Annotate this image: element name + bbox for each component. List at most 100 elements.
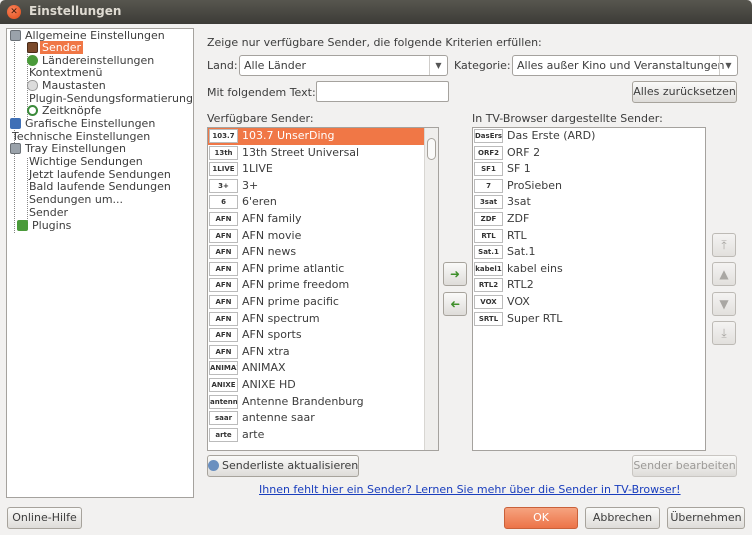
ok-button[interactable]: OK: [504, 507, 578, 529]
channel-row[interactable]: 7 ProSieben: [473, 178, 705, 195]
channel-row[interactable]: 103.7 103.7 UnserDing: [208, 128, 424, 145]
settings-page-icon: [10, 30, 21, 41]
channel-row[interactable]: RTL RTL: [473, 228, 705, 245]
move-up-button[interactable]: ▲: [712, 262, 736, 286]
channel-row[interactable]: AFN AFN prime freedom: [208, 277, 424, 294]
channel-logo-icon: AFN: [209, 278, 238, 293]
move-to-top-button[interactable]: ⤒: [712, 233, 736, 257]
channel-row[interactable]: ORF2 ORF 2: [473, 145, 705, 162]
channel-logo-icon: AFN: [209, 212, 238, 226]
window-title: Einstellungen: [29, 4, 122, 18]
scrollbar-thumb[interactable]: [427, 138, 436, 160]
tree-item-kontextmenue[interactable]: Kontextmenü: [27, 66, 105, 79]
land-select[interactable]: Alle Länder ▼: [239, 55, 448, 76]
channel-name: RTL: [507, 228, 527, 242]
list-scrollbar[interactable]: [424, 128, 438, 450]
channel-row[interactable]: Sat.1 Sat.1: [473, 244, 705, 261]
channel-row[interactable]: SF1 SF 1: [473, 161, 705, 178]
channel-logo-icon: 1LIVE: [209, 162, 238, 177]
channel-row[interactable]: RTL2 RTL2: [473, 277, 705, 294]
double-up-arrow-icon: ⤒: [721, 238, 727, 252]
remove-channel-button[interactable]: ➜: [443, 292, 467, 316]
tree-item-tray-sender[interactable]: Sender: [27, 206, 70, 219]
channel-name: SF 1: [507, 162, 531, 176]
tree-item-sendungen-um[interactable]: Sendungen um...: [27, 193, 125, 206]
channel-row[interactable]: 3sat 3sat: [473, 194, 705, 211]
mouse-icon: [27, 80, 38, 91]
channel-row[interactable]: DasErste Das Erste (ARD): [473, 128, 705, 145]
move-down-button[interactable]: ▼: [712, 292, 736, 316]
channel-row[interactable]: saar antenne saar: [208, 410, 424, 427]
channel-row[interactable]: AFN AFN movie: [208, 228, 424, 245]
channel-name: 103.7 UnserDing: [242, 129, 335, 142]
close-icon[interactable]: ✕: [7, 5, 21, 19]
channel-logo-icon: 7: [474, 178, 503, 193]
channel-name: AFN prime freedom: [242, 278, 350, 292]
channel-name: AFN movie: [242, 228, 302, 242]
channel-name: Das Erste (ARD): [507, 129, 596, 142]
kategorie-label: Kategorie:: [454, 59, 511, 72]
tree-item-maustasten[interactable]: Maustasten: [27, 79, 108, 92]
tree-item-wichtige-sendungen[interactable]: Wichtige Sendungen: [27, 155, 145, 168]
apply-button[interactable]: Übernehmen: [667, 507, 745, 529]
tree-item-bald-laufende-sendungen[interactable]: Bald laufende Sendungen: [27, 180, 173, 193]
channel-row[interactable]: AFN AFN xtra: [208, 344, 424, 361]
channel-name: Antenne Brandenburg: [242, 394, 364, 408]
channel-name: kabel eins: [507, 261, 563, 275]
channel-row[interactable]: ZDF ZDF: [473, 211, 705, 228]
channel-logo-icon: saar: [209, 411, 238, 426]
channel-row[interactable]: 6 6'eren: [208, 194, 424, 211]
channel-row[interactable]: 1LIVE 1LIVE: [208, 161, 424, 178]
channel-row[interactable]: ANIXE ANIXE HD: [208, 377, 424, 394]
window-titlebar: ✕ Einstellungen: [0, 0, 752, 24]
channel-logo-icon: Sat.1: [474, 245, 503, 260]
tree-item-zeitknoepfe[interactable]: Zeitknöpfe: [27, 104, 103, 117]
chevron-down-icon: ▼: [719, 56, 737, 75]
channel-logo-icon: RTL2: [474, 278, 503, 293]
channel-row[interactable]: kabel1 kabel eins: [473, 261, 705, 278]
channel-row[interactable]: arte arte: [208, 427, 424, 444]
tree-item-tray-einstellungen[interactable]: Tray Einstellungen: [10, 142, 128, 155]
channel-name: AFN news: [242, 245, 297, 259]
displayed-channel-list[interactable]: DasErste Das Erste (ARD) ORF2 ORF 2 SF1 SF 1 7…: [472, 127, 706, 451]
move-to-bottom-button[interactable]: ⤓: [712, 321, 736, 345]
channel-row[interactable]: AFN AFN spectrum: [208, 311, 424, 328]
settings-tree[interactable]: Allgemeine Einstellungen Sender Länderei…: [6, 28, 194, 498]
channel-info-link[interactable]: Ihnen fehlt hier ein Sender? Lernen Sie …: [259, 483, 681, 496]
text-filter-input[interactable]: [316, 81, 449, 102]
paint-icon: [10, 118, 21, 129]
channel-row[interactable]: SRTL Super RTL: [473, 311, 705, 328]
available-channel-list[interactable]: 103.7 103.7 UnserDing 13th 13th Street Univ…: [207, 127, 439, 451]
channel-name: ANIXE HD: [242, 378, 296, 391]
tree-item-sender[interactable]: Sender: [27, 41, 83, 54]
channel-row[interactable]: ANIMAX ANIMAX: [208, 360, 424, 377]
cancel-button[interactable]: Abbrechen: [585, 507, 660, 529]
channel-logo-icon: 13th: [209, 145, 238, 160]
channel-name: AFN family: [242, 212, 302, 225]
channel-name: arte: [242, 427, 265, 441]
kategorie-select[interactable]: Alles außer Kino und Veranstaltungen ▼: [512, 55, 738, 76]
channel-row[interactable]: AFN AFN family: [208, 211, 424, 228]
channel-row[interactable]: AFN AFN sports: [208, 327, 424, 344]
channel-row[interactable]: AFN AFN prime pacific: [208, 294, 424, 311]
channel-logo-icon: AFN: [209, 261, 238, 276]
tree-item-plugins[interactable]: Plugins: [17, 219, 73, 232]
channel-logo-icon: 3sat: [474, 195, 503, 210]
reset-all-button[interactable]: Alles zurücksetzen: [632, 81, 737, 103]
tree-item-grafische-einstellungen[interactable]: Grafische Einstellungen: [10, 117, 157, 130]
channel-row[interactable]: AFN AFN news: [208, 244, 424, 261]
online-help-button[interactable]: Online-Hilfe: [7, 507, 82, 529]
arrow-left-icon: ➜: [449, 297, 461, 311]
refresh-channel-list-button[interactable]: Senderliste aktualisieren: [207, 455, 359, 477]
add-channel-button[interactable]: ➜: [443, 262, 467, 286]
up-arrow-icon: ▲: [719, 267, 729, 281]
channel-row[interactable]: AFN AFN prime atlantic: [208, 261, 424, 278]
edit-channel-button[interactable]: Sender bearbeiten: [632, 455, 737, 477]
channel-row[interactable]: VOX VOX: [473, 294, 705, 311]
channel-row[interactable]: antenne Antenne Brandenburg: [208, 394, 424, 411]
channel-logo-icon: 103.7: [209, 129, 238, 143]
channel-logo-icon: ANIMAX: [209, 361, 238, 376]
refresh-icon: [208, 460, 219, 471]
channel-row[interactable]: 13th 13th Street Universal: [208, 145, 424, 162]
channel-row[interactable]: 3+ 3+: [208, 178, 424, 195]
